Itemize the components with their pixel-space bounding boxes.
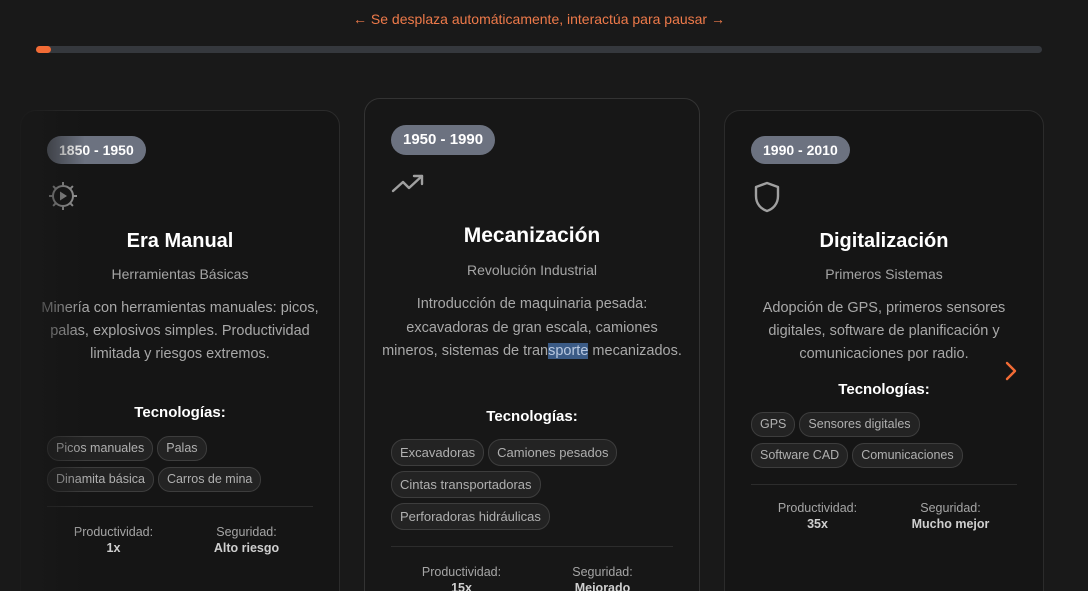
- safety-label: Seguridad:: [572, 565, 633, 579]
- selected-text: sporte: [548, 343, 589, 359]
- era-title: Era Manual: [126, 230, 234, 252]
- technology-tag: GPS: [751, 412, 796, 437]
- technology-tag: Sensores digitales: [799, 412, 920, 437]
- era-card-digitalizacion[interactable]: 1990 - 2010 Digitalización Primeros Sist…: [724, 110, 1044, 591]
- safety-stat: Seguridad: Mucho mejor: [884, 500, 1017, 532]
- scroll-progress-fill: [36, 46, 51, 53]
- era-title: Mecanización: [463, 224, 601, 247]
- productivity-value: 35x: [807, 517, 828, 531]
- technology-tag: Excavadoras: [391, 439, 485, 466]
- auto-scroll-hint: ← Se desplaza automáticamente, interactú…: [353, 11, 725, 27]
- productivity-stat: Productividad: 1x: [47, 524, 180, 556]
- technology-tag: Picos manuales: [47, 436, 154, 461]
- technology-tag: Software CAD: [751, 443, 849, 468]
- productivity-label: Productividad:: [73, 525, 154, 539]
- productivity-value: 1x: [106, 541, 121, 555]
- technology-tag: Perforadoras hidráulicas: [391, 503, 550, 530]
- era-description: Adopción de GPS, primeros sensores digit…: [762, 300, 1006, 362]
- safety-label: Seguridad:: [920, 501, 981, 515]
- gear-icon: [47, 180, 79, 212]
- era-stats: Productividad: 15x Seguridad: Mejorado: [391, 564, 673, 591]
- technologies-heading: Tecnologías:: [134, 404, 226, 421]
- technologies-heading: Tecnologías:: [838, 381, 930, 398]
- era-stats: Productividad: 35x Seguridad: Mucho mejo…: [751, 500, 1017, 532]
- era-subtitle: Primeros Sistemas: [825, 266, 943, 282]
- safety-value: Mejorado: [574, 581, 631, 591]
- productivity-value: 15x: [451, 581, 472, 591]
- productivity-stat: Productividad: 15x: [391, 564, 532, 591]
- trending-up-icon: [391, 171, 424, 203]
- shield-icon: [751, 181, 783, 213]
- era-subtitle: Herramientas Básicas: [111, 266, 249, 282]
- stats-divider: [751, 484, 1017, 485]
- safety-stat: Seguridad: Alto riesgo: [180, 524, 313, 556]
- era-description: Introducción de maquinaria pesada: excav…: [381, 293, 683, 364]
- safety-label: Seguridad:: [216, 525, 277, 539]
- era-card-manual[interactable]: 1850 - 1950 Era Manual Herramientas Bási…: [20, 110, 340, 591]
- technology-tags: GPS Sensores digitales Software CAD Comu…: [751, 412, 1017, 468]
- period-badge: 1850 - 1950: [47, 136, 146, 164]
- stats-divider: [47, 506, 313, 507]
- description-text-end: mecanizados.: [588, 343, 682, 359]
- era-card-mecanizacion[interactable]: 1950 - 1990 Mecanización Revolución Indu…: [364, 98, 700, 591]
- productivity-stat: Productividad: 35x: [751, 500, 884, 532]
- era-title: Digitalización: [819, 230, 949, 252]
- technology-tag: Dinamita básica: [47, 467, 154, 492]
- technologies-heading: Tecnologías:: [486, 408, 578, 425]
- technology-tag: Palas: [157, 436, 207, 461]
- technology-tag: Camiones pesados: [488, 439, 618, 466]
- technology-tag: Carros de mina: [157, 467, 262, 492]
- technology-tags: Picos manuales Palas Dinamita básica Car…: [47, 436, 313, 492]
- technology-tag: Comunicaciones: [852, 443, 963, 468]
- scroll-progress-bar[interactable]: [36, 46, 1042, 53]
- period-badge: 1950 - 1990: [391, 125, 496, 155]
- timeline-page: ← Se desplaza automáticamente, interactú…: [0, 0, 1088, 591]
- stats-divider: [391, 546, 673, 547]
- era-stats: Productividad: 1x Seguridad: Alto riesgo: [47, 524, 313, 556]
- period-badge: 1990 - 2010: [751, 136, 850, 164]
- chevron-right-icon[interactable]: [1000, 360, 1020, 382]
- productivity-label: Productividad:: [777, 501, 858, 515]
- technology-tag: Cintas transportadoras: [391, 471, 541, 498]
- safety-value: Alto riesgo: [213, 541, 280, 555]
- productivity-label: Productividad:: [421, 565, 502, 579]
- technology-tags: Excavadoras Camiones pesados Cintas tran…: [391, 439, 673, 530]
- era-subtitle: Revolución Industrial: [467, 262, 597, 278]
- safety-stat: Seguridad: Mejorado: [532, 564, 673, 591]
- era-description: Minería con herramientas manuales: picos…: [41, 300, 319, 362]
- safety-value: Mucho mejor: [911, 517, 990, 531]
